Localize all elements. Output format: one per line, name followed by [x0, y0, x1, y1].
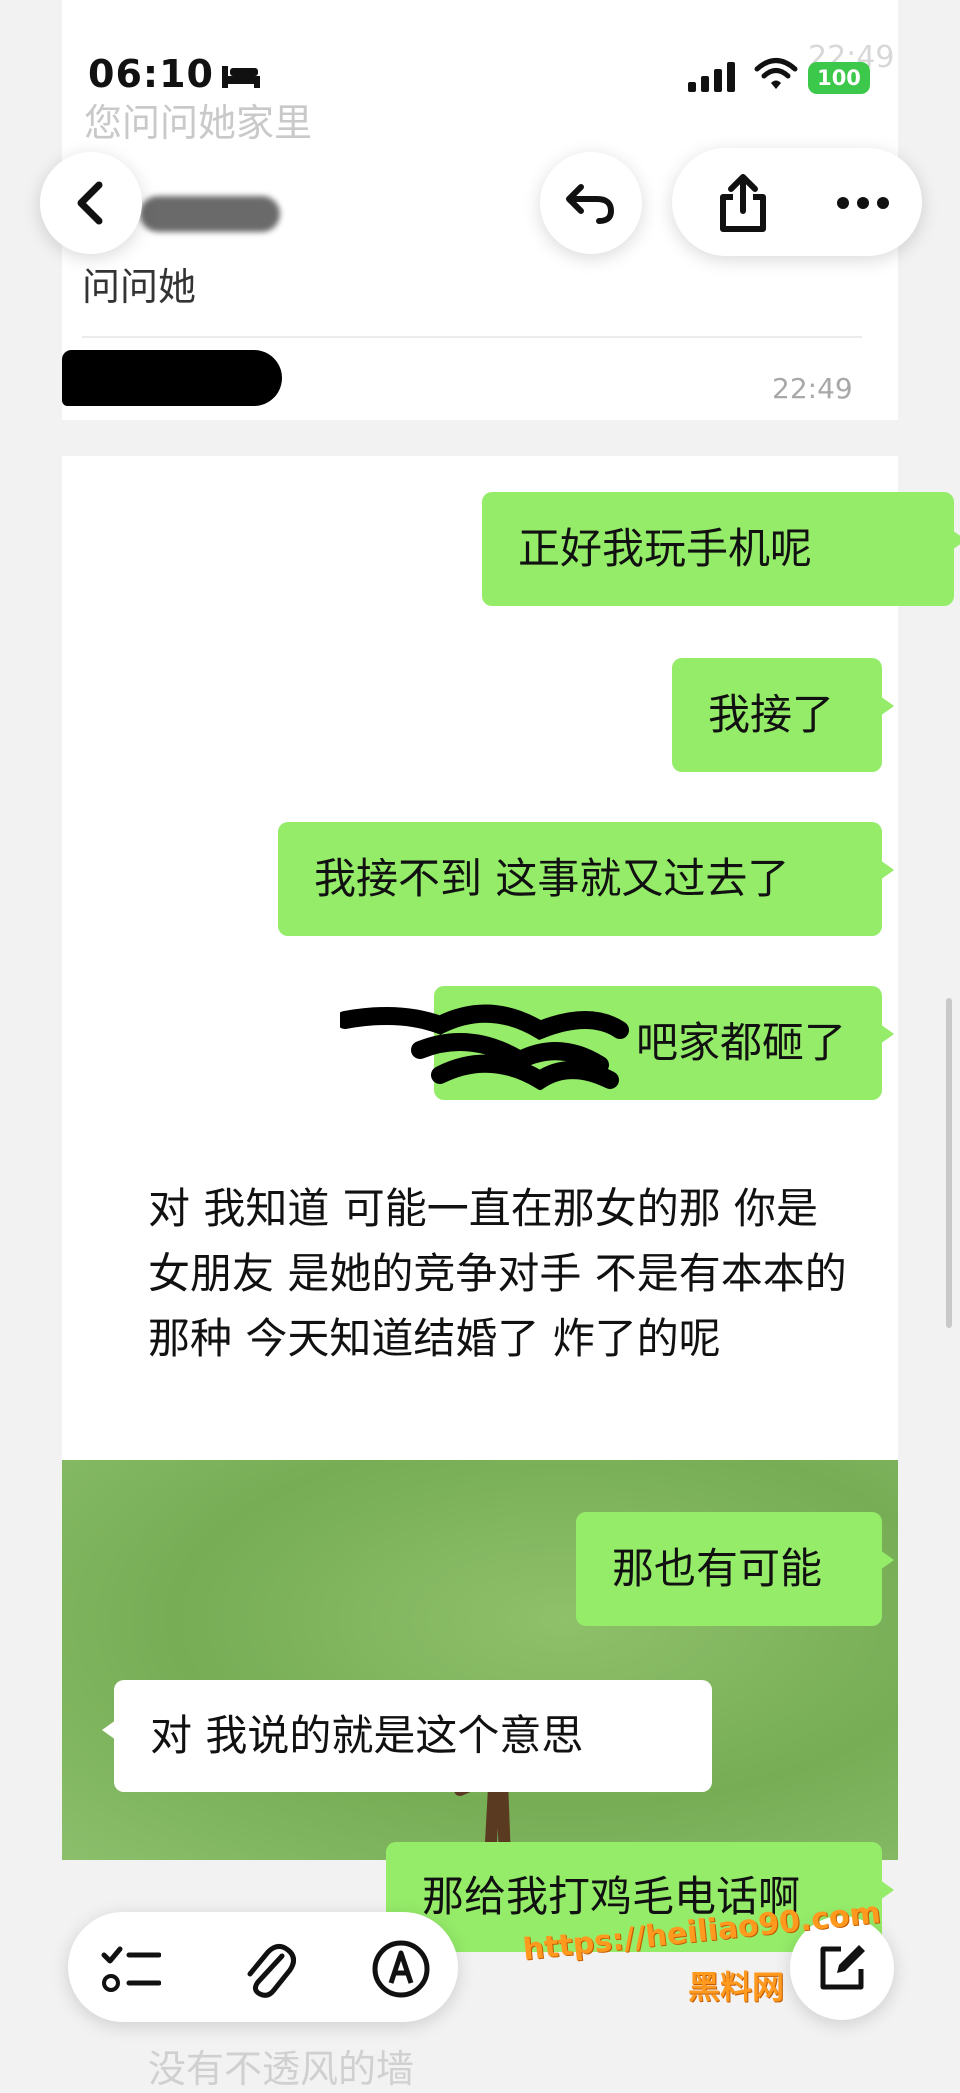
message-bubble-out: 我接了: [672, 658, 894, 772]
paperclip-icon: [247, 1944, 296, 1998]
message-bubble-out: 正好我玩手机呢: [482, 492, 960, 606]
message-bubble-in: 对 我知道 可能一直在那女的那 你是女朋友 是她的竞争对手 不是有本本的那种 今…: [100, 1150, 888, 1454]
chevron-left-icon: [77, 181, 103, 225]
message-text: 对 我说的就是这个意思: [150, 1711, 584, 1761]
scroll-indicator[interactable]: [946, 998, 952, 1328]
message-bubble-out: 那也有可能: [576, 1512, 894, 1626]
reply-button[interactable]: [540, 152, 642, 254]
faded-bottom-text: 没有不透风的墙: [148, 2047, 415, 2091]
message-bubble-out: 我接不到 这事就又过去了: [278, 822, 894, 936]
redacted-block: [62, 350, 282, 406]
share-icon: [720, 174, 766, 232]
share-button[interactable]: [700, 160, 786, 246]
markup-button[interactable]: [366, 1934, 436, 2004]
message-text: 吧家都砸了: [635, 1018, 846, 1068]
watermark-name: 黑料网: [688, 1968, 785, 2006]
cellular-signal-icon: [688, 62, 735, 92]
reply-icon: [566, 184, 615, 224]
more-icon: [837, 197, 889, 209]
compose-icon: [820, 1945, 865, 1990]
divider: [82, 336, 862, 338]
message-bubble-in: 对 我说的就是这个意思: [102, 1680, 712, 1792]
faded-previous-text: 您问问她家里: [84, 101, 313, 145]
checklist-icon: [101, 1946, 161, 1992]
message-text: 对 我知道 可能一直在那女的那 你是女朋友 是她的竞争对手 不是有本本的那种 今…: [148, 1184, 847, 1364]
battery-indicator: 100: [808, 62, 870, 94]
checklist-button[interactable]: [96, 1934, 166, 2004]
attach-button[interactable]: [234, 1934, 304, 2004]
previous-timestamp: 22:49: [772, 372, 853, 405]
more-button[interactable]: [820, 160, 906, 246]
previous-text: 问问她: [82, 265, 197, 309]
pen-icon: [372, 1940, 430, 1998]
message-text: 正好我玩手机呢: [518, 524, 813, 574]
message-text: 那也有可能: [612, 1544, 823, 1594]
wifi-icon: [754, 58, 798, 89]
status-time: 06:10: [88, 52, 214, 96]
message-text: 我接了: [708, 690, 835, 740]
sleep-bed-icon: [222, 66, 260, 88]
back-button[interactable]: [40, 152, 142, 254]
message-text: 我接不到 这事就又过去了: [314, 854, 790, 904]
redacted-name: [140, 196, 280, 232]
scribble-redaction: [340, 1004, 629, 1090]
